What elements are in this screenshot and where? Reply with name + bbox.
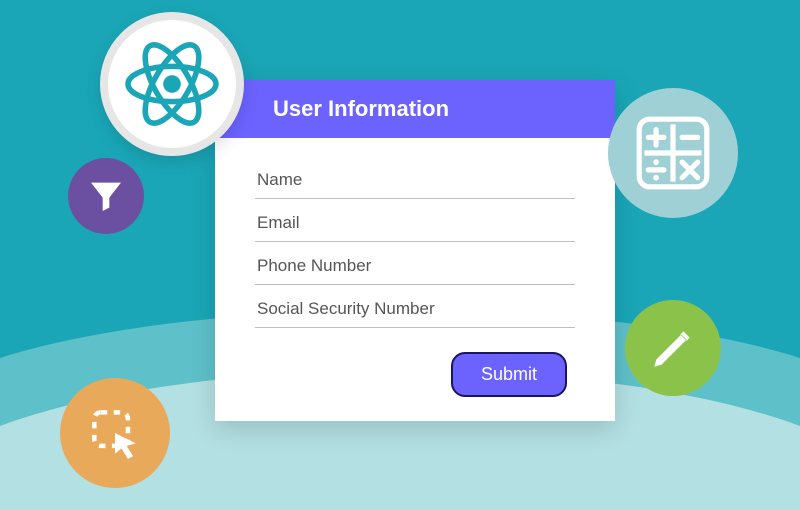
calculator-icon	[608, 88, 738, 218]
phone-field[interactable]	[255, 242, 575, 285]
email-field[interactable]	[255, 199, 575, 242]
react-icon	[100, 12, 244, 156]
pencil-icon	[625, 300, 721, 396]
select-region-icon	[60, 378, 170, 488]
stage: User Information Submit	[0, 0, 800, 510]
filter-icon	[68, 158, 144, 234]
submit-button[interactable]: Submit	[451, 352, 567, 397]
ssn-field[interactable]	[255, 285, 575, 328]
card-body	[215, 138, 615, 352]
card-title: User Information	[215, 80, 615, 138]
user-info-card: User Information Submit	[215, 80, 615, 421]
submit-row: Submit	[215, 352, 615, 421]
name-field[interactable]	[255, 156, 575, 199]
